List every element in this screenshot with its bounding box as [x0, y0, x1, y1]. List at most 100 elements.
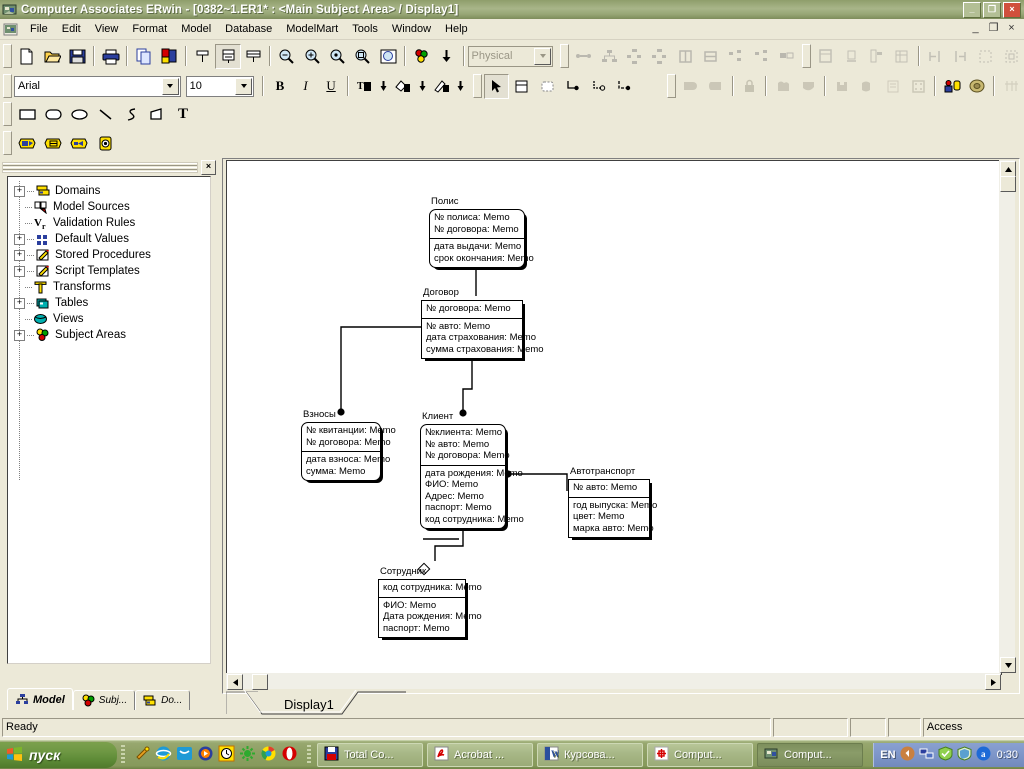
font-family-combo[interactable]: Arial	[14, 75, 181, 97]
text-color-icon[interactable]: T	[352, 74, 378, 99]
tree-item-transforms[interactable]: Transforms	[14, 279, 210, 295]
italic-button[interactable]: I	[293, 74, 319, 99]
language-indicator[interactable]: EN	[880, 749, 895, 761]
modelmart-checkin-icon[interactable]	[40, 131, 66, 156]
scroll-down-button[interactable]	[1000, 657, 1016, 673]
media-player-icon[interactable]	[197, 745, 214, 765]
entity-polis[interactable]: Полис № полиса: Memo № договора: Memo да…	[429, 196, 534, 268]
modelmart-checkout-icon[interactable]	[66, 131, 92, 156]
many-to-many-relationship-icon[interactable]	[586, 74, 612, 99]
expand-box[interactable]: +	[14, 249, 25, 261]
modelmart-toolbar-grip[interactable]	[3, 131, 12, 155]
task-acrobat[interactable]: Acrobat ...	[427, 743, 533, 767]
menu-view[interactable]: View	[88, 21, 126, 37]
panel-drag-handle[interactable]	[2, 161, 198, 173]
identifying-relationship-icon[interactable]	[560, 74, 586, 99]
entity-tool-icon[interactable]	[509, 74, 535, 99]
tab-model[interactable]: Model	[7, 688, 73, 710]
model-source-icon[interactable]	[965, 74, 991, 99]
tree-item-validation-rules[interactable]: Vr Validation Rules	[14, 215, 210, 231]
format-toolbar-grip[interactable]	[3, 74, 12, 98]
entity-sotrudnik[interactable]: Сотрудник код сотрудника: Memo ФИО: Memo…	[378, 566, 482, 638]
color-blocks-icon[interactable]	[157, 44, 182, 69]
task-word-kursovaya[interactable]: W Курсова...	[537, 743, 643, 767]
tab-display1[interactable]: Display1	[268, 693, 348, 715]
definition-level-icon[interactable]	[241, 44, 266, 69]
close-icon[interactable]: ×	[201, 159, 216, 175]
chevron-down-icon[interactable]	[534, 47, 552, 65]
document-icon[interactable]	[3, 22, 19, 37]
menu-window[interactable]: Window	[385, 21, 438, 37]
start-button[interactable]: пуск	[0, 742, 117, 768]
task-total-commander[interactable]: Total Co...	[317, 743, 423, 767]
network-icon[interactable]	[919, 746, 934, 764]
line-color-icon[interactable]	[428, 74, 454, 99]
underline-button[interactable]: U	[318, 74, 344, 99]
toolbar-grip-3[interactable]	[802, 44, 812, 68]
font-size-combo[interactable]: 10	[185, 75, 255, 97]
tree-item-script-templates[interactable]: + Script Templates	[14, 263, 210, 279]
copy-icon[interactable]	[131, 44, 156, 69]
line-tool-icon[interactable]	[92, 102, 118, 127]
update-icon[interactable]: a	[976, 746, 991, 764]
tree-item-views[interactable]: Views	[14, 311, 210, 327]
expand-box[interactable]: +	[14, 297, 25, 309]
line-color-dropdown[interactable]	[454, 74, 467, 99]
menu-modelmart[interactable]: ModelMart	[279, 21, 345, 37]
zoom-in-icon[interactable]	[299, 44, 324, 69]
tasks-grip[interactable]	[307, 745, 311, 765]
chevron-down-icon[interactable]	[235, 77, 253, 95]
entity-dogovor[interactable]: Договор № договора: Memo № авто: Memo да…	[421, 287, 544, 359]
tree-item-stored-procedures[interactable]: + Stored Procedures	[14, 247, 210, 263]
subject-area-icon[interactable]	[409, 44, 434, 69]
mdi-close-button[interactable]: ×	[1004, 22, 1019, 36]
tree-item-default-values[interactable]: + Default Values	[14, 231, 210, 247]
tree-item-model-sources[interactable]: Model Sources	[14, 199, 210, 215]
task-computer-1[interactable]: Comput...	[647, 743, 753, 767]
entity-klient[interactable]: Клиент №клиента: Memo № авто: Memo № дог…	[420, 411, 524, 529]
drawing-toolbar-grip[interactable]	[3, 102, 12, 126]
minimize-button[interactable]: _	[963, 1, 981, 18]
polyline-tool-icon[interactable]	[118, 102, 144, 127]
model-explorer-tree[interactable]: + Domains Model Sources V r Validation R…	[7, 176, 211, 664]
level-down-icon[interactable]	[434, 44, 459, 69]
canvas-vertical-scrollbar[interactable]	[999, 160, 1016, 673]
expand-box[interactable]: +	[14, 265, 25, 277]
scroll-thumb[interactable]	[1000, 176, 1016, 192]
canvas-horizontal-scrollbar[interactable]	[226, 673, 1001, 690]
mdi-minimize-button[interactable]: _	[968, 22, 983, 36]
shield-icon[interactable]	[938, 746, 953, 764]
volume-icon[interactable]	[900, 746, 915, 764]
entity-level-icon[interactable]	[190, 44, 215, 69]
menu-tools[interactable]: Tools	[345, 21, 385, 37]
scroll-thumb[interactable]	[252, 674, 268, 690]
chevron-down-icon[interactable]	[161, 77, 179, 95]
zoom-fit-icon[interactable]	[375, 44, 400, 69]
bold-button[interactable]: B	[267, 74, 293, 99]
modelmart-connect-icon[interactable]	[14, 131, 40, 156]
menu-model[interactable]: Model	[174, 21, 218, 37]
menu-help[interactable]: Help	[438, 21, 475, 37]
tab-domains[interactable]: Do...	[135, 690, 191, 710]
opera-icon[interactable]	[281, 745, 298, 765]
objects-toolbar-grip[interactable]	[666, 74, 676, 98]
polygon-tool-icon[interactable]	[144, 102, 170, 127]
fill-color-icon[interactable]	[390, 74, 416, 99]
user-model-icon[interactable]	[939, 74, 965, 99]
expand-box[interactable]: +	[14, 185, 25, 197]
desktop-icon[interactable]	[134, 745, 151, 765]
fill-color-dropdown[interactable]	[416, 74, 429, 99]
entity-avtotransport[interactable]: Автотранспорт № авто: Memo год выпуска: …	[568, 466, 657, 538]
task-computer-2-active[interactable]: Comput...	[757, 743, 863, 767]
modelmart-refresh-icon[interactable]	[92, 131, 118, 156]
restore-button[interactable]: ❐	[983, 1, 1001, 18]
tree-item-tables[interactable]: + Tables	[14, 295, 210, 311]
tree-item-domains[interactable]: + Domains	[14, 183, 210, 199]
taskbar-clock[interactable]: 0:30	[997, 749, 1018, 761]
menu-edit[interactable]: Edit	[55, 21, 88, 37]
diagram-canvas[interactable]: Полис № полиса: Memo № договора: Memo да…	[226, 160, 1002, 675]
expand-box[interactable]: +	[14, 329, 25, 341]
ellipse-tool-icon[interactable]	[66, 102, 92, 127]
zoom-out-icon[interactable]	[274, 44, 299, 69]
zoom-actual-icon[interactable]	[325, 44, 350, 69]
